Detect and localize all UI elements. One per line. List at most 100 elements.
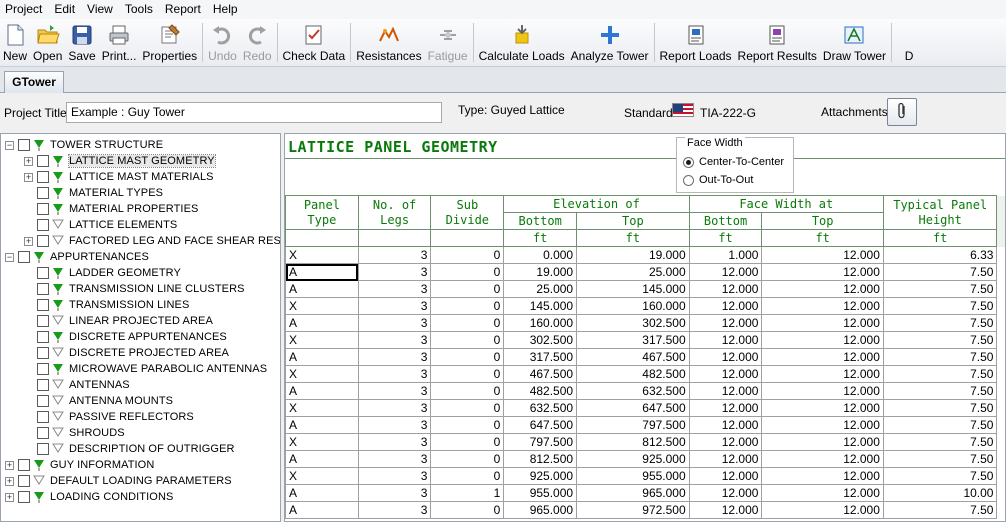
tree-checkbox[interactable]: [18, 459, 30, 471]
tree-checkbox[interactable]: [37, 427, 49, 439]
tree-checkbox[interactable]: [18, 475, 30, 487]
table-cell[interactable]: 972.500: [576, 501, 690, 519]
table-cell[interactable]: X: [285, 365, 359, 383]
collapse-minus-icon[interactable]: −: [5, 252, 14, 262]
table-cell[interactable]: 12.000: [688, 314, 763, 332]
open-button[interactable]: Open: [30, 19, 65, 67]
table-cell[interactable]: 7.50: [882, 399, 998, 417]
table-cell[interactable]: 12.000: [761, 433, 884, 451]
table-cell[interactable]: 0.000: [503, 246, 578, 264]
table-cell[interactable]: 925.000: [503, 467, 578, 485]
table-cell[interactable]: 0: [430, 382, 505, 400]
table-cell[interactable]: 632.500: [503, 399, 578, 417]
table-cell[interactable]: 3: [357, 450, 432, 468]
table-cell[interactable]: 145.000: [503, 297, 578, 315]
tree-checkbox[interactable]: [37, 347, 49, 359]
table-cell[interactable]: 19.000: [503, 263, 578, 281]
tree-checkbox[interactable]: [37, 363, 49, 375]
check-data-button[interactable]: Check Data: [280, 19, 349, 67]
table-cell[interactable]: 0: [430, 450, 505, 468]
table-cell[interactable]: 0: [430, 331, 505, 349]
tree-item[interactable]: MATERIAL PROPERTIES: [24, 201, 198, 217]
table-cell[interactable]: 160.000: [503, 314, 578, 332]
calculate-loads-button[interactable]: Calculate Loads: [476, 19, 568, 67]
table-cell[interactable]: X: [285, 331, 359, 349]
tree-checkbox[interactable]: [18, 491, 30, 503]
table-cell[interactable]: 3: [357, 484, 432, 502]
menu-help[interactable]: Help: [208, 0, 245, 19]
table-cell[interactable]: 7.50: [882, 467, 998, 485]
table-cell[interactable]: 12.000: [761, 382, 884, 400]
tree-item[interactable]: DISCRETE APPURTENANCES: [24, 329, 227, 345]
table-cell[interactable]: 467.500: [576, 348, 690, 366]
table-cell[interactable]: 12.000: [688, 331, 763, 349]
table-cell[interactable]: 12.000: [688, 501, 763, 519]
new-button[interactable]: New: [0, 19, 30, 67]
menu-report[interactable]: Report: [160, 0, 208, 19]
radio-center-to-center[interactable]: Center-To-Center: [683, 156, 784, 168]
tree-item[interactable]: MATERIAL TYPES: [24, 185, 163, 201]
table-cell[interactable]: 0: [430, 348, 505, 366]
table-cell[interactable]: 12.000: [761, 348, 884, 366]
tree-item[interactable]: MICROWAVE PARABOLIC ANTENNAS: [24, 361, 267, 377]
tree-checkbox[interactable]: [37, 203, 49, 215]
table-cell[interactable]: 12.000: [761, 331, 884, 349]
table-cell[interactable]: 925.000: [576, 450, 690, 468]
tree-item[interactable]: − TOWER STRUCTURE: [5, 137, 163, 153]
table-cell[interactable]: 797.500: [576, 416, 690, 434]
table-cell[interactable]: 3: [357, 263, 432, 281]
table-cell[interactable]: A: [285, 280, 359, 298]
table-cell[interactable]: 12.000: [761, 263, 884, 281]
table-cell[interactable]: 12.000: [761, 246, 884, 264]
tree-item[interactable]: TRANSMISSION LINES: [24, 297, 189, 313]
table-cell[interactable]: 12.000: [688, 365, 763, 383]
table-cell[interactable]: 302.500: [503, 331, 578, 349]
tree-checkbox[interactable]: [37, 331, 49, 343]
draw-tower-button[interactable]: Draw Tower: [820, 19, 889, 67]
table-cell[interactable]: 7.50: [882, 365, 998, 383]
menu-edit[interactable]: Edit: [49, 0, 82, 19]
table-cell[interactable]: 12.000: [761, 484, 884, 502]
table-cell[interactable]: 12.000: [688, 433, 763, 451]
table-cell[interactable]: 3: [357, 348, 432, 366]
table-cell[interactable]: 7.50: [882, 314, 998, 332]
tree-item[interactable]: DESCRIPTION OF OUTRIGGER: [24, 441, 235, 457]
table-cell[interactable]: 12.000: [688, 484, 763, 502]
tree-checkbox[interactable]: [37, 395, 49, 407]
table-cell[interactable]: 12.000: [761, 467, 884, 485]
table-cell[interactable]: A: [285, 450, 359, 468]
table-cell[interactable]: 12.000: [688, 297, 763, 315]
table-cell[interactable]: 7.50: [882, 263, 998, 281]
table-cell[interactable]: 12.000: [688, 399, 763, 417]
fatigue-button[interactable]: Fatigue: [425, 19, 471, 67]
expand-plus-icon[interactable]: +: [24, 156, 33, 166]
table-cell[interactable]: 7.50: [882, 297, 998, 315]
attachments-button[interactable]: [887, 98, 917, 126]
table-cell[interactable]: 3: [357, 314, 432, 332]
table-cell[interactable]: 0: [430, 433, 505, 451]
table-cell[interactable]: 7.50: [882, 501, 998, 519]
table-cell[interactable]: X: [285, 297, 359, 315]
table-cell[interactable]: 955.000: [503, 484, 578, 502]
report-loads-button[interactable]: Report Loads: [657, 19, 735, 67]
tree-checkbox[interactable]: [18, 139, 30, 151]
tree-checkbox[interactable]: [37, 187, 49, 199]
tree-checkbox[interactable]: [18, 251, 30, 263]
table-cell[interactable]: 812.500: [503, 450, 578, 468]
table-cell[interactable]: 160.000: [576, 297, 690, 315]
table-cell[interactable]: 12.000: [688, 467, 763, 485]
tree-checkbox[interactable]: [37, 155, 49, 167]
table-cell[interactable]: 0: [430, 263, 505, 281]
tree-item[interactable]: DISCRETE PROJECTED AREA: [24, 345, 229, 361]
tree-item[interactable]: LADDER GEOMETRY: [24, 265, 181, 281]
menu-project[interactable]: Project: [0, 0, 49, 19]
tree-item[interactable]: PASSIVE REFLECTORS: [24, 409, 194, 425]
table-cell[interactable]: 12.000: [688, 382, 763, 400]
tree-checkbox[interactable]: [37, 443, 49, 455]
table-cell[interactable]: 12.000: [688, 348, 763, 366]
table-cell[interactable]: 12.000: [688, 280, 763, 298]
table-cell[interactable]: A: [285, 416, 359, 434]
redo-button[interactable]: Redo: [240, 19, 275, 67]
table-cell[interactable]: 3: [357, 399, 432, 417]
tree-item[interactable]: + FACTORED LEG AND FACE SHEAR RESIS: [24, 233, 280, 249]
